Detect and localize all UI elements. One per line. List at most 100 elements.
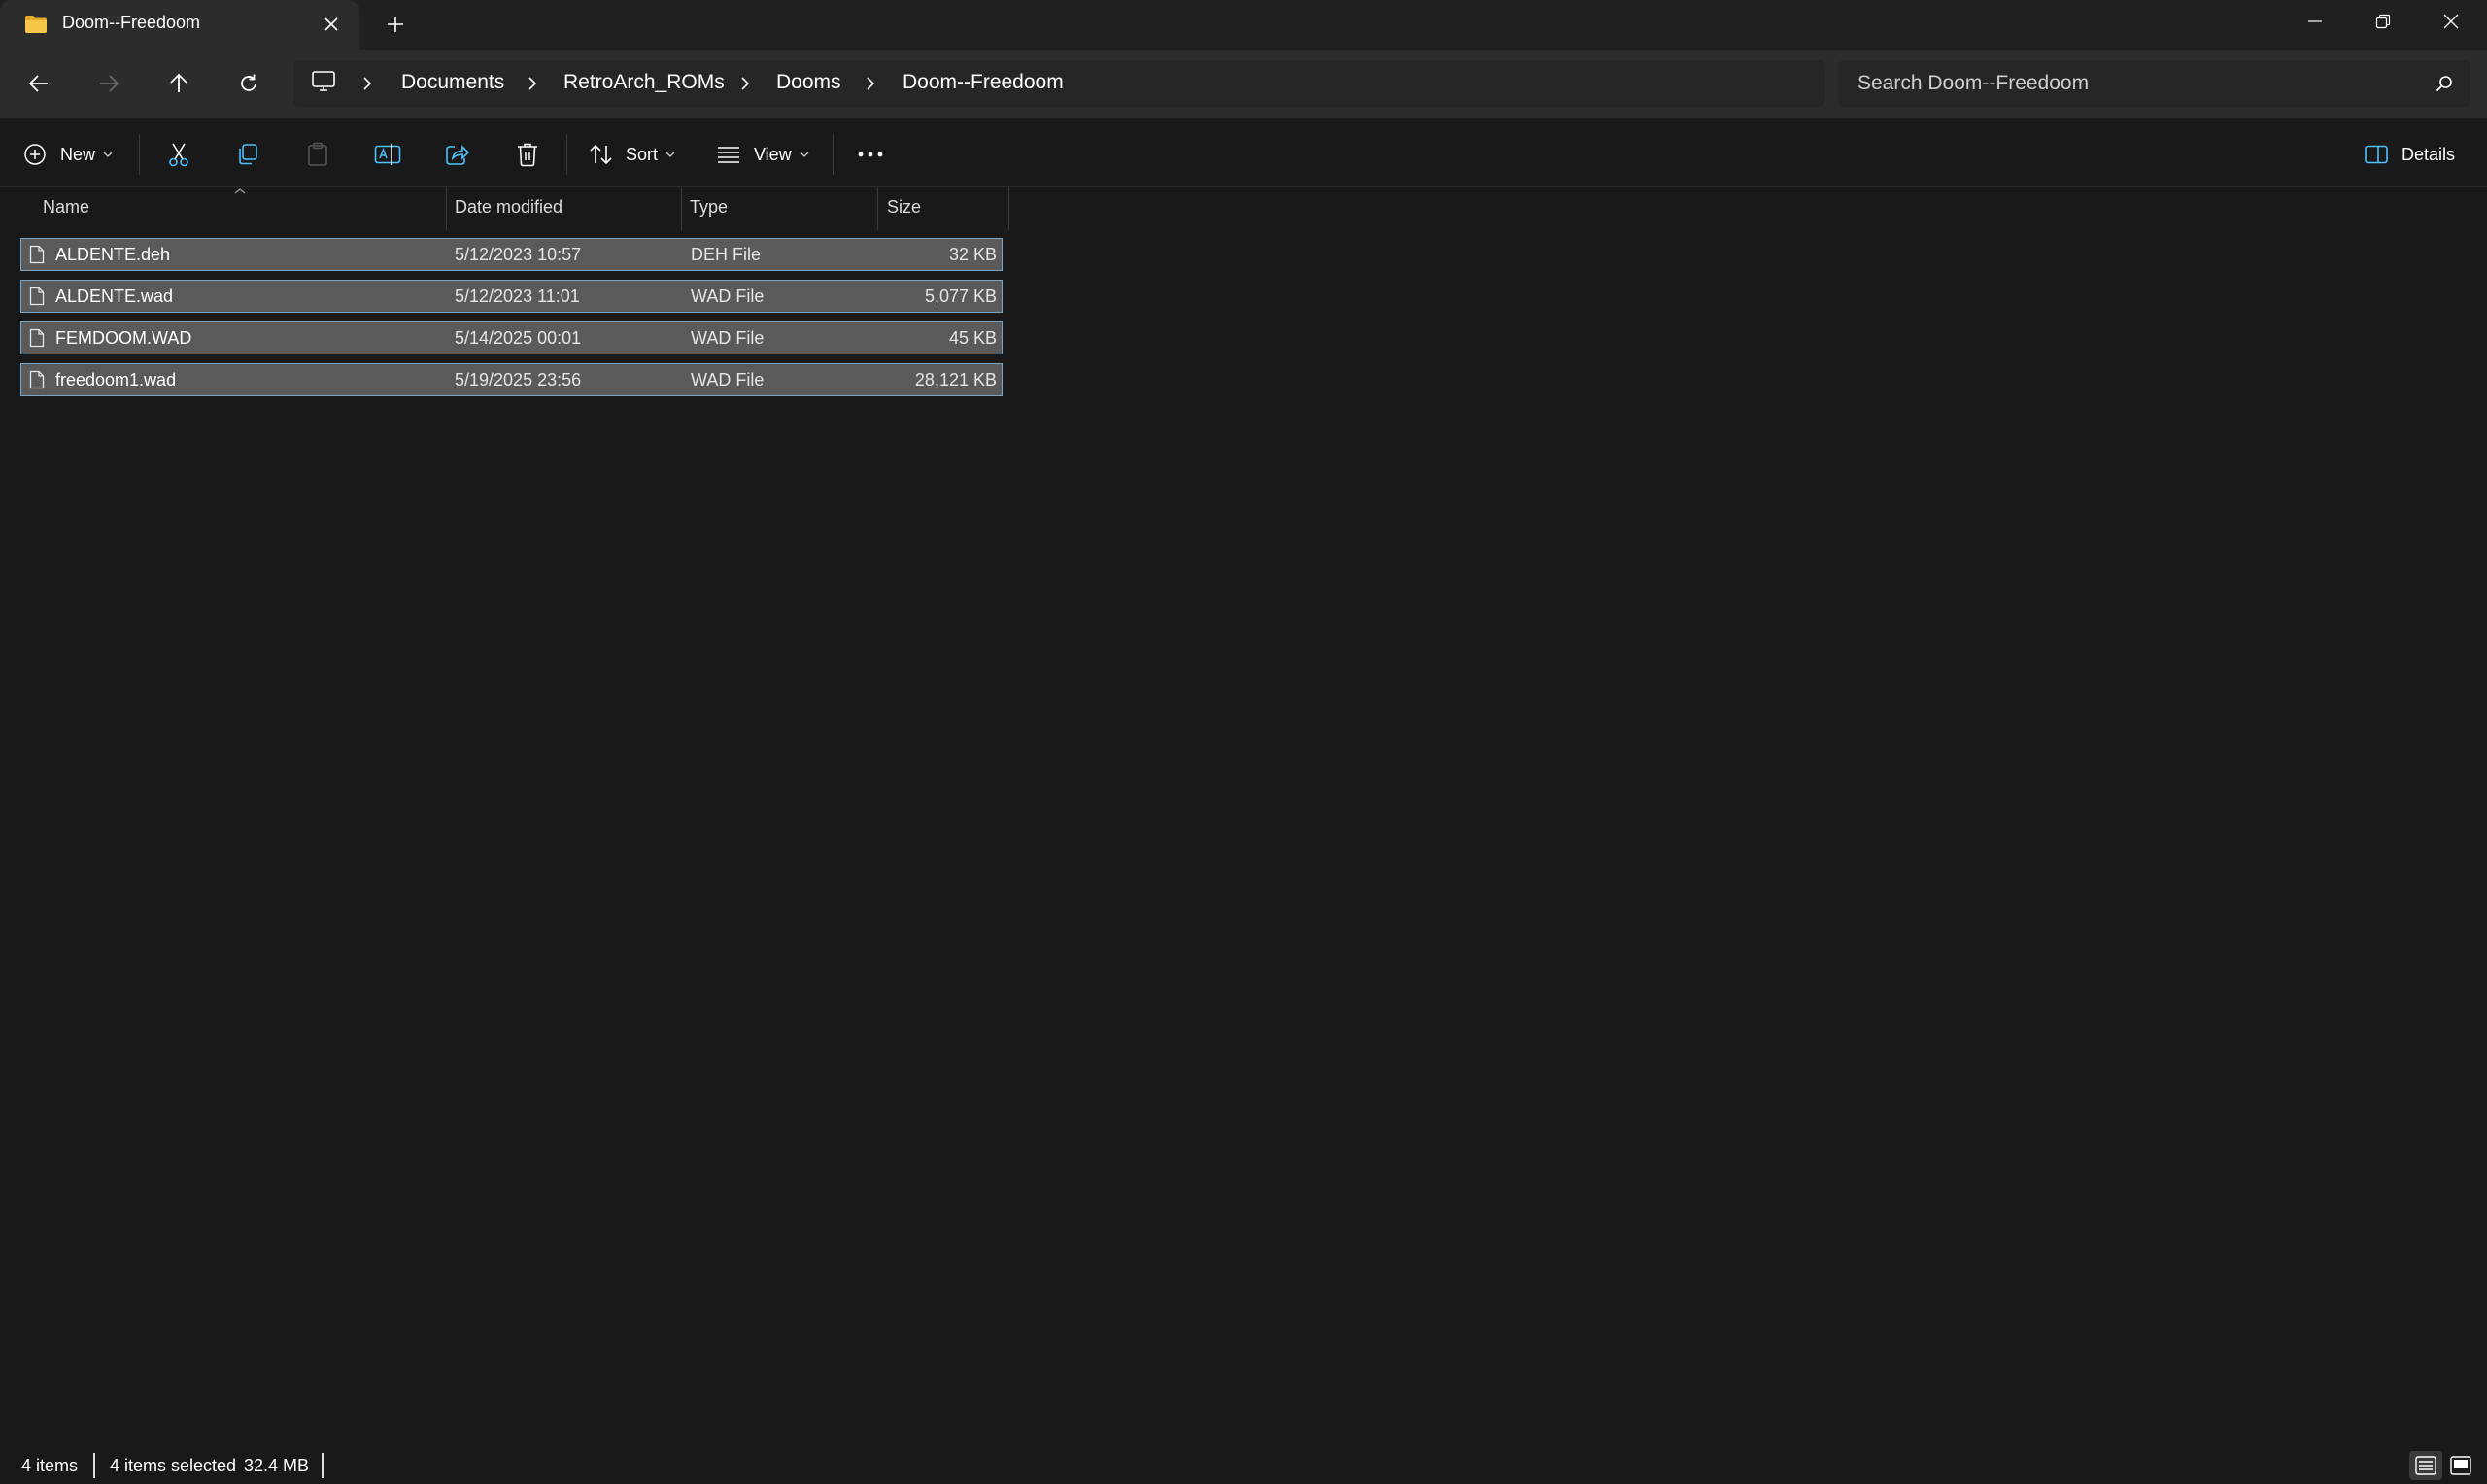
- file-date-modified: 5/19/2025 23:56: [455, 370, 582, 389]
- refresh-icon: [241, 74, 256, 91]
- file-size: 32 KB: [948, 245, 997, 264]
- rename-icon: [374, 144, 401, 165]
- file-name: FEMDOOM.WAD: [55, 328, 192, 348]
- view-button[interactable]: View: [717, 135, 809, 174]
- selected-count: 4 items selected: [110, 1456, 237, 1475]
- file-date-modified: 5/12/2023 10:57: [455, 245, 582, 264]
- cut-icon: [169, 143, 188, 167]
- toolbar-divider: [139, 134, 140, 175]
- more-options-button[interactable]: [851, 135, 890, 174]
- status-divider: [322, 1453, 324, 1478]
- chevron-down-icon: [103, 152, 113, 157]
- sort-label: Sort: [626, 144, 659, 164]
- paste-button[interactable]: [298, 135, 337, 174]
- status-divider: [93, 1453, 95, 1478]
- restore-button[interactable]: [2349, 0, 2417, 43]
- column-header-type[interactable]: Type: [690, 197, 728, 218]
- column-header-date-modified[interactable]: Date modified: [455, 197, 562, 218]
- file-type: DEH File: [691, 245, 762, 264]
- restore-icon: [2375, 14, 2391, 29]
- share-icon: [446, 145, 470, 165]
- forward-arrow-icon: [100, 75, 119, 92]
- chevron-right-icon[interactable]: [861, 72, 880, 95]
- file-size: 28,121 KB: [914, 370, 997, 389]
- delete-button[interactable]: [508, 135, 547, 174]
- chevron-right-icon[interactable]: [735, 72, 755, 95]
- title-bar: [0, 0, 2487, 50]
- details-pane-button[interactable]: Details: [2365, 135, 2455, 174]
- chevron-right-icon[interactable]: [358, 72, 377, 95]
- close-window-button[interactable]: [2417, 0, 2485, 43]
- tab-title: Doom--Freedoom: [62, 13, 201, 32]
- file-size: 5,077 KB: [924, 287, 997, 306]
- details-view-button[interactable]: [2409, 1451, 2442, 1480]
- close-icon: [2443, 14, 2459, 29]
- sort-ascending-icon: [233, 187, 247, 195]
- search-input[interactable]: [1857, 70, 2402, 97]
- rename-button[interactable]: [368, 135, 407, 174]
- file-row[interactable]: freedoom1.wad 5/19/2025 23:56 WAD File 2…: [20, 363, 1003, 396]
- view-label: View: [754, 144, 792, 164]
- file-row[interactable]: ALDENTE.wad 5/12/2023 11:01 WAD File 5,0…: [20, 280, 1003, 313]
- add-circle-icon: [24, 144, 46, 165]
- refresh-button[interactable]: [231, 66, 266, 101]
- new-label: New: [60, 144, 96, 164]
- item-count: 4 items: [21, 1456, 79, 1475]
- file-name: ALDENTE.wad: [55, 287, 174, 306]
- file-name: ALDENTE.deh: [55, 245, 171, 264]
- breadcrumb-doom-freedoom[interactable]: Doom--Freedoom: [903, 71, 1064, 94]
- chevron-right-icon[interactable]: [523, 72, 542, 95]
- file-row[interactable]: FEMDOOM.WAD 5/14/2025 00:01 WAD File 45 …: [20, 321, 1003, 354]
- new-tab-button[interactable]: [381, 10, 410, 39]
- breadcrumb-dooms[interactable]: Dooms: [776, 71, 841, 94]
- more-icon: [858, 152, 883, 157]
- chevron-down-icon: [665, 152, 675, 157]
- up-arrow-icon: [170, 73, 187, 92]
- toolbar-divider: [566, 134, 567, 175]
- large-icons-view-icon: [2450, 1456, 2471, 1475]
- sort-icon: [590, 144, 612, 165]
- details-label: Details: [2402, 144, 2456, 164]
- up-button[interactable]: [161, 66, 196, 101]
- search-box[interactable]: [1838, 60, 2470, 107]
- toolbar-divider: [833, 134, 834, 175]
- column-divider[interactable]: [877, 187, 878, 230]
- minimize-button[interactable]: [2281, 0, 2349, 43]
- close-tab-button[interactable]: [318, 11, 345, 38]
- search-icon[interactable]: [2435, 74, 2454, 93]
- file-type: WAD File: [691, 287, 765, 306]
- back-arrow-icon: [28, 75, 48, 92]
- selected-size: 32.4 MB: [244, 1456, 310, 1475]
- file-size: 45 KB: [948, 328, 997, 348]
- delete-icon: [518, 143, 537, 167]
- share-button[interactable]: [438, 135, 477, 174]
- file-type: WAD File: [691, 328, 765, 348]
- file-name: freedoom1.wad: [55, 370, 177, 389]
- copy-button[interactable]: [228, 135, 267, 174]
- details-pane-icon: [2365, 145, 2388, 164]
- column-header-size[interactable]: Size: [887, 197, 921, 218]
- file-icon: [29, 245, 45, 264]
- close-icon: [324, 17, 338, 31]
- folder-icon: [24, 15, 48, 34]
- large-icons-view-button[interactable]: [2444, 1451, 2477, 1480]
- file-icon: [29, 328, 45, 348]
- column-divider[interactable]: [1008, 187, 1009, 230]
- this-pc-icon[interactable]: [311, 70, 336, 93]
- sort-button[interactable]: Sort: [589, 135, 675, 174]
- cut-button[interactable]: [159, 135, 198, 174]
- view-list-icon: [718, 147, 739, 163]
- back-button[interactable]: [21, 66, 56, 101]
- forward-button[interactable]: [91, 66, 126, 101]
- breadcrumb-documents[interactable]: Documents: [401, 71, 504, 94]
- paste-icon: [308, 142, 327, 166]
- minimize-icon: [2308, 20, 2322, 22]
- column-divider[interactable]: [681, 187, 682, 230]
- column-header-name[interactable]: Name: [43, 197, 89, 218]
- breadcrumb-retroarch-roms[interactable]: RetroArch_ROMs: [563, 71, 725, 94]
- file-date-modified: 5/12/2023 11:01: [455, 287, 580, 306]
- column-divider[interactable]: [446, 187, 447, 230]
- new-button[interactable]: New: [23, 135, 113, 174]
- file-row[interactable]: ALDENTE.deh 5/12/2023 10:57 DEH File 32 …: [20, 238, 1003, 271]
- file-icon: [29, 370, 45, 389]
